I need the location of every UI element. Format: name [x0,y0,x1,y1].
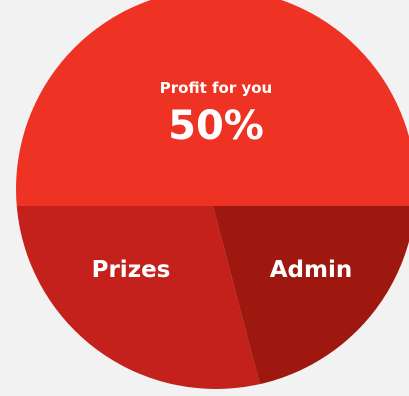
slice-label-prizes: Prizes [92,257,171,283]
slice-label-admin: Admin [270,257,353,283]
pie-chart-stage: Profit for you 50% Prizes Admin [0,0,409,396]
slice-label-profit: Profit for you [160,79,272,97]
pie-slices [16,0,409,389]
pie-chart: Profit for you 50% Prizes Admin [16,0,409,389]
slice-value-profit: 50% [168,103,264,149]
